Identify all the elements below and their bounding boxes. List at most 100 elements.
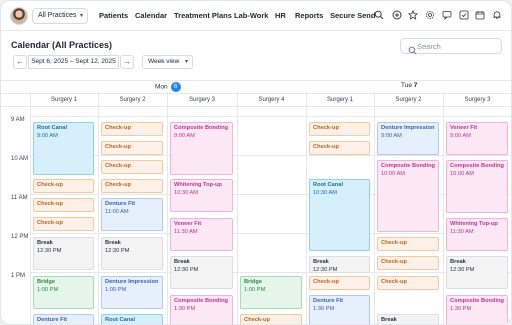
next-week-button[interactable]: → — [120, 55, 134, 69]
nav-link-secure-send[interactable]: Secure Send — [330, 11, 375, 20]
avatar[interactable] — [10, 7, 28, 25]
appointment-card[interactable]: Bridge 1:00 PM — [33, 276, 94, 309]
appointment-card[interactable]: Break 12:30 PM — [33, 237, 94, 270]
appointment-time: 9:00 AM — [174, 133, 195, 139]
column-divider — [306, 92, 307, 324]
page-title: Calendar (All Practices) — [11, 40, 113, 50]
appointment-card[interactable]: Break 12:30 PM — [309, 256, 370, 273]
appointment-title: Break — [450, 259, 466, 265]
column-divider — [443, 92, 444, 324]
appointment-card[interactable]: Root Canal — [101, 314, 163, 324]
appointment-card[interactable]: Check-up — [309, 122, 370, 136]
appointment-time: 10:00 AM — [381, 171, 406, 177]
bell-icon[interactable] — [492, 10, 502, 20]
appointment-card[interactable]: Check-up — [101, 179, 163, 193]
surgery-header[interactable]: Surgery 2 — [374, 97, 443, 103]
appointment-card[interactable]: Root Canal 10:30 AM — [309, 179, 370, 251]
appointment-time: 10:30 AM — [313, 190, 338, 196]
appointment-card[interactable]: Check-up — [377, 256, 439, 270]
appointment-card[interactable]: Composite Bonding 1:30 PM — [170, 295, 233, 324]
view-select-label: Week view — [148, 58, 180, 65]
day-label: Tue — [401, 82, 412, 89]
search-input[interactable] — [417, 40, 497, 52]
day-header-tue[interactable]: Tue 7 — [401, 82, 417, 89]
appointment-card[interactable]: Check-up — [33, 198, 94, 212]
appointment-time: 1:00 PM — [37, 287, 59, 293]
surgery-header[interactable]: Surgery 1 — [30, 97, 98, 103]
surgery-header[interactable]: Surgery 1 — [306, 97, 374, 103]
hour-line — [30, 272, 511, 273]
calendar-icon[interactable] — [475, 10, 485, 20]
appointment-card[interactable]: Denture Fit 1:30 PM — [309, 295, 370, 324]
appointment-time: 1:30 PM — [174, 306, 196, 312]
day-header-mon[interactable]: Mon 6 — [155, 82, 181, 92]
nav-link-lab-work[interactable]: Lab-Work — [234, 11, 268, 20]
column-divider — [30, 92, 31, 324]
appointment-time: 1:30 PM — [450, 306, 472, 312]
appointment-card[interactable]: Denture Fit 11:00 AM — [101, 198, 163, 231]
appointment-card[interactable]: Check-up — [101, 122, 163, 136]
surgery-header[interactable]: Surgery 3 — [443, 97, 511, 103]
appointment-time: 1:00 PM — [244, 287, 266, 293]
appointment-card[interactable]: Composite Bonding 10:00 AM — [446, 160, 508, 213]
appointment-card[interactable]: Denture Impression 1:00 PM — [101, 276, 163, 309]
chat-icon[interactable] — [442, 10, 452, 20]
surgery-header[interactable]: Surgery 2 — [98, 97, 167, 103]
appointment-card[interactable]: Break — [377, 314, 439, 324]
appointment-card[interactable]: Composite Bonding 9:00 AM — [170, 122, 233, 175]
day-label: Mon — [155, 83, 168, 91]
date-range[interactable]: Sept 6, 2025 – Sept 12, 2025 — [28, 55, 119, 69]
appointment-card[interactable]: Check-up — [377, 276, 439, 290]
appointment-card[interactable]: Break 12:30 PM — [170, 256, 233, 289]
appointment-card[interactable]: Check-up — [240, 314, 302, 324]
appointment-card[interactable]: Root Canal 9:00 AM — [33, 122, 94, 175]
appointment-title: Check-up — [105, 182, 131, 188]
appointment-card[interactable]: Check-up — [101, 160, 163, 174]
appointment-title: Break — [105, 240, 121, 246]
appointment-card[interactable]: Denture Impression 9:00 AM — [377, 122, 439, 155]
appointment-card[interactable]: Check-up — [33, 217, 94, 231]
appointment-card[interactable]: Veneer Fit 11:30 AM — [170, 218, 233, 251]
checkbox-icon[interactable] — [459, 10, 469, 20]
prev-week-button[interactable]: ← — [13, 55, 27, 69]
appointment-card[interactable]: Check-up — [33, 179, 94, 193]
practice-select[interactable]: All Practices ▾ — [32, 8, 88, 24]
gear-icon[interactable] — [425, 10, 435, 20]
appointment-card[interactable]: Check-up — [309, 276, 370, 290]
today-badge: 6 — [170, 82, 181, 92]
appointment-card[interactable]: Check-up — [377, 237, 439, 251]
nav-link-hr[interactable]: HR — [275, 11, 286, 20]
view-select[interactable]: Week view ▾ — [142, 55, 193, 69]
appointment-card[interactable]: Check-up — [101, 141, 163, 155]
appointment-card[interactable]: Composite Bonding 10:00 AM — [377, 160, 439, 232]
surgery-header[interactable]: Surgery 3 — [167, 97, 237, 103]
chevron-down-icon: ▾ — [79, 13, 83, 19]
appointment-card[interactable]: Veneer Fit 9:00 AM — [446, 122, 508, 155]
nav-link-calendar[interactable]: Calendar — [135, 11, 167, 20]
appointment-card[interactable]: Whitening Top-up 11:30 AM — [446, 218, 508, 251]
appointment-card[interactable]: Composite Bonding 1:30 PM — [446, 295, 508, 324]
search-icon[interactable] — [374, 10, 384, 20]
search-box[interactable] — [400, 38, 502, 55]
appointment-time: 1:30 PM — [313, 306, 335, 312]
star-icon[interactable] — [408, 10, 418, 20]
divider — [1, 106, 511, 107]
nav-link-treatment-plans[interactable]: Treatment Plans — [174, 11, 232, 20]
arrow-left-icon: ← — [16, 57, 24, 66]
appointment-title: Check-up — [244, 317, 270, 323]
appointment-card[interactable]: Bridge 1:00 PM — [240, 276, 302, 309]
appointment-time: 9:00 AM — [450, 133, 471, 139]
appointment-title: Check-up — [313, 144, 339, 150]
appointment-title: Denture Fit — [313, 298, 344, 304]
surgery-header[interactable]: Surgery 4 — [237, 97, 306, 103]
nav-link-reports[interactable]: Reports — [295, 11, 323, 20]
nav-link-patients[interactable]: Patients — [99, 11, 128, 20]
appointment-card[interactable]: Whitening Top-up 10:30 AM — [170, 179, 233, 212]
time-label: 12 PM — [11, 234, 29, 240]
appointment-card[interactable]: Check-up — [309, 141, 370, 155]
appointment-card[interactable]: Break 12:30 PM — [101, 237, 163, 270]
add-circle-icon[interactable] — [392, 10, 402, 20]
appointment-card[interactable]: Break 12:30 PM — [446, 256, 508, 289]
appointment-time: 12:30 PM — [105, 248, 130, 254]
appointment-card[interactable]: Denture Fit — [33, 314, 94, 324]
